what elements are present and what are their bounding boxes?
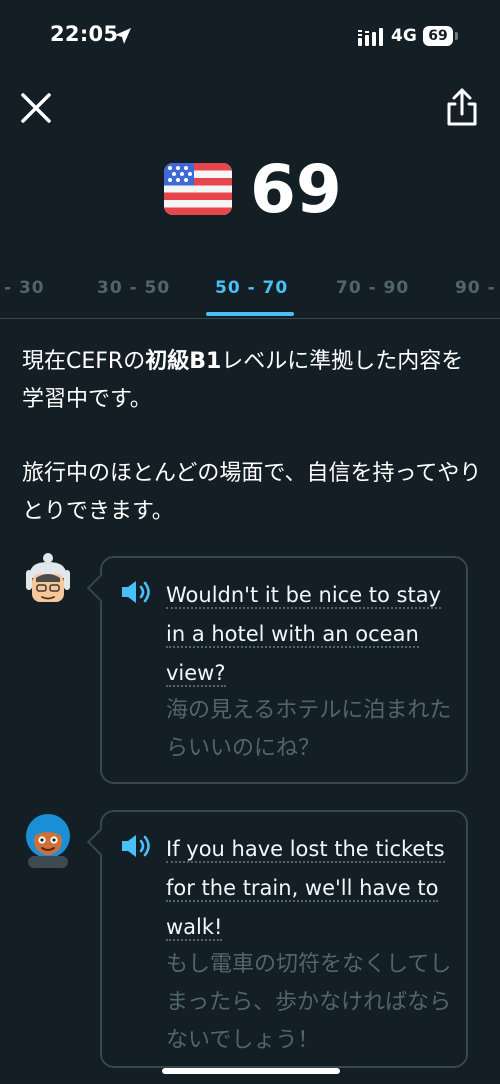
example-english-text[interactable]: Wouldn't it be nice to stay in a hotel w… <box>166 576 456 693</box>
bubble-tail <box>86 827 116 857</box>
level-tabs: - 30 30 - 50 50 - 70 70 - 90 90 - <box>0 270 500 320</box>
battery-level: 69 <box>423 26 453 46</box>
status-bar: 22:05 4G 69 <box>0 0 500 72</box>
battery-cap <box>455 32 458 40</box>
speaker-icon[interactable] <box>120 832 154 860</box>
ability-description: 旅行中のほとんどの場面で、自信を持ってやりとりできます。 <box>22 461 482 524</box>
example-english-text[interactable]: If you have lost the tickets for the tra… <box>166 830 456 947</box>
bubble-tail <box>86 573 116 603</box>
cellular-signal-icon <box>358 28 383 46</box>
english-sentence[interactable]: If you have lost the tickets for the tra… <box>166 837 445 941</box>
active-tab-indicator <box>206 312 294 316</box>
description-level: 初級B1 <box>145 349 222 374</box>
description-text-pre: 現在CEFRの <box>22 349 146 374</box>
level-description: 現在CEFRの初級B1レベルに準拠した内容を学習中です。 <box>22 343 482 419</box>
example-japanese-text: 海の見えるホテルに泊まれたらいいのにね？ <box>166 698 452 761</box>
us-flag-icon <box>164 163 232 215</box>
example-card-2: If you have lost the tickets for the tra… <box>86 810 468 1068</box>
tab-divider <box>0 318 500 319</box>
speaker-icon[interactable] <box>120 578 154 606</box>
english-sentence[interactable]: Wouldn't it be nice to stay in a hotel w… <box>166 583 442 687</box>
tab-70-90[interactable]: 70 - 90 <box>336 278 409 298</box>
home-indicator <box>162 1068 340 1074</box>
old-man-avatar <box>26 553 70 602</box>
tab-above-90[interactable]: 90 - <box>455 278 496 298</box>
tab-below-30[interactable]: - 30 <box>4 278 45 298</box>
example-card-1: Wouldn't it be nice to stay in a hotel w… <box>86 556 468 784</box>
tab-30-50[interactable]: 30 - 50 <box>97 278 170 298</box>
example-japanese-text: もし電車の切符をなくしてしまったら、歩かなければならないでしょう！ <box>166 952 452 1053</box>
network-type: 4G <box>391 26 417 46</box>
share-icon[interactable] <box>442 86 482 130</box>
close-icon[interactable] <box>16 88 56 128</box>
status-time: 22:05 <box>50 22 119 46</box>
location-arrow-icon <box>115 28 131 44</box>
tab-50-70[interactable]: 50 - 70 <box>215 278 288 298</box>
score-value: 69 <box>250 151 342 228</box>
blue-hair-avatar <box>26 814 70 868</box>
